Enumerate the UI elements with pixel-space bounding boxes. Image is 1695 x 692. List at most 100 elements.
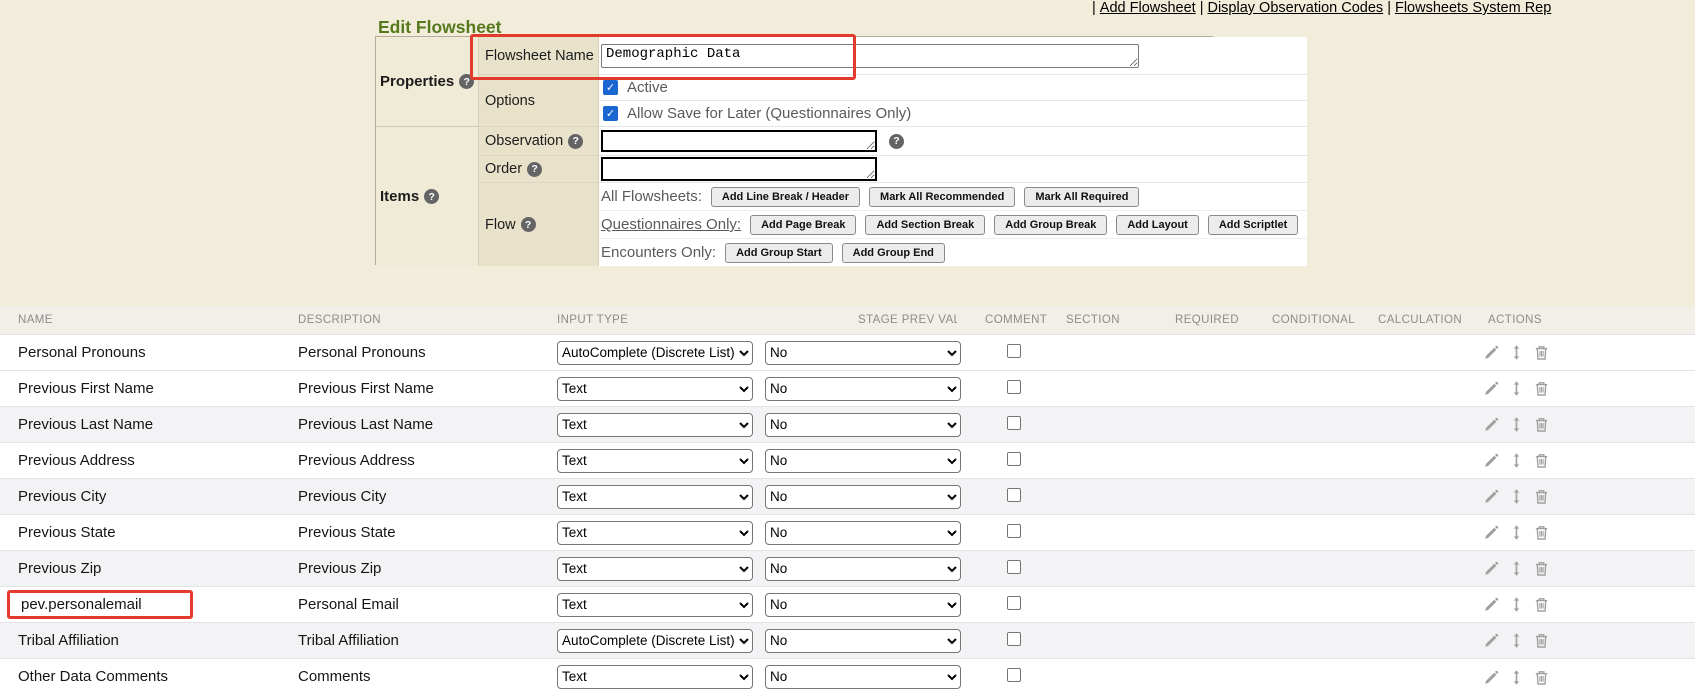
conditional-cell [1257, 587, 1362, 623]
comments-checkbox[interactable] [1007, 344, 1021, 358]
input-type-select[interactable]: Text [557, 449, 753, 473]
move-icon[interactable] [1508, 669, 1525, 686]
comments-checkbox[interactable] [1007, 524, 1021, 538]
comments-checkbox[interactable] [1007, 668, 1021, 682]
edit-icon[interactable] [1483, 452, 1500, 469]
delete-icon[interactable] [1533, 344, 1550, 361]
item-name: Previous Last Name [18, 416, 153, 433]
observation-input[interactable] [601, 130, 877, 152]
move-icon[interactable] [1508, 416, 1525, 433]
edit-icon[interactable] [1483, 380, 1500, 397]
stage-prev-value-select[interactable]: No [765, 665, 961, 689]
comments-checkbox[interactable] [1007, 632, 1021, 646]
flow-group-label: Questionnaires Only: [601, 216, 741, 233]
stage-prev-value-select[interactable]: No [765, 341, 961, 365]
flow-button[interactable]: Add Section Break [865, 215, 985, 235]
comments-checkbox[interactable] [1007, 452, 1021, 466]
flow-button[interactable]: Add Group Break [994, 215, 1107, 235]
edit-icon[interactable] [1483, 344, 1500, 361]
top-nav-link[interactable]: Add Flowsheet [1100, 0, 1196, 16]
move-icon[interactable] [1508, 632, 1525, 649]
stage-prev-value-cell: No [747, 443, 957, 479]
delete-icon[interactable] [1533, 416, 1550, 433]
stage-prev-value-select[interactable]: No [765, 593, 961, 617]
help-icon[interactable]: ? [521, 217, 536, 232]
flowsheet-name-input[interactable]: Demographic Data [601, 44, 1139, 68]
comments-checkbox[interactable] [1007, 560, 1021, 574]
move-icon[interactable] [1508, 560, 1525, 577]
delete-icon[interactable] [1533, 596, 1550, 613]
flow-button[interactable]: Add Layout [1116, 215, 1199, 235]
comments-checkbox[interactable] [1007, 380, 1021, 394]
delete-icon[interactable] [1533, 560, 1550, 577]
stage-prev-value-select[interactable]: No [765, 629, 961, 653]
order-input[interactable] [601, 157, 877, 181]
flow-button[interactable]: Add Scriptlet [1208, 215, 1298, 235]
input-type-select[interactable]: Text [557, 665, 753, 689]
item-description: Previous Last Name [280, 407, 539, 443]
edit-icon[interactable] [1483, 596, 1500, 613]
delete-icon[interactable] [1533, 488, 1550, 505]
move-icon[interactable] [1508, 344, 1525, 361]
comments-checkbox[interactable] [1007, 488, 1021, 502]
move-icon[interactable] [1508, 452, 1525, 469]
input-type-select[interactable]: Text [557, 593, 753, 617]
flow-button[interactable]: Add Page Break [750, 215, 856, 235]
flowsheet-name-row-label: Flowsheet Name [479, 37, 599, 75]
edit-icon[interactable] [1483, 524, 1500, 541]
item-name-cell: Previous City [0, 479, 280, 515]
move-icon[interactable] [1508, 380, 1525, 397]
delete-icon[interactable] [1533, 669, 1550, 686]
input-type-select[interactable]: Text [557, 485, 753, 509]
stage-prev-value-select[interactable]: No [765, 557, 961, 581]
top-nav-link[interactable]: Display Observation Codes [1207, 0, 1383, 16]
input-type-select[interactable]: Text [557, 377, 753, 401]
comments-checkbox[interactable] [1007, 416, 1021, 430]
top-nav-link[interactable]: Flowsheets System Rep [1395, 0, 1551, 16]
help-icon[interactable]: ? [889, 134, 904, 149]
input-type-select[interactable]: Text [557, 413, 753, 437]
input-type-select[interactable]: Text [557, 521, 753, 545]
delete-icon[interactable] [1533, 380, 1550, 397]
input-type-select[interactable]: AutoComplete (Discrete List) [557, 629, 753, 653]
edit-icon[interactable] [1483, 632, 1500, 649]
stage-prev-value-select[interactable]: No [765, 449, 961, 473]
edit-icon[interactable] [1483, 669, 1500, 686]
move-icon[interactable] [1508, 596, 1525, 613]
flow-button[interactable]: Mark All Recommended [869, 187, 1015, 207]
edit-icon[interactable] [1483, 416, 1500, 433]
input-type-select[interactable]: Text [557, 557, 753, 581]
actions-cell [1472, 623, 1567, 659]
stage-prev-value-select[interactable]: No [765, 377, 961, 401]
move-icon[interactable] [1508, 524, 1525, 541]
comments-checkbox[interactable] [1007, 596, 1021, 610]
move-icon[interactable] [1508, 488, 1525, 505]
item-name-cell: Personal Pronouns [0, 335, 280, 371]
item-description: Personal Email [280, 587, 539, 623]
input-type-select[interactable]: AutoComplete (Discrete List) [557, 341, 753, 365]
table-row: Previous AddressPrevious AddressTextNo [0, 443, 1695, 479]
flow-button[interactable]: Add Group End [842, 243, 945, 263]
item-name-cell: Previous Address [0, 443, 280, 479]
flow-button[interactable]: Mark All Required [1024, 187, 1139, 207]
option-checkbox[interactable]: ✓ [603, 106, 618, 121]
flow-button[interactable]: Add Line Break / Header [711, 187, 860, 207]
item-description: Tribal Affiliation [280, 623, 539, 659]
edit-icon[interactable] [1483, 488, 1500, 505]
section-cell [1047, 515, 1152, 551]
flow-button[interactable]: Add Group Start [725, 243, 833, 263]
delete-icon[interactable] [1533, 632, 1550, 649]
stage-prev-value-select[interactable]: No [765, 413, 961, 437]
edit-icon[interactable] [1483, 560, 1500, 577]
comments-cell [957, 515, 1047, 551]
stage-prev-value-select[interactable]: No [765, 485, 961, 509]
help-icon[interactable]: ? [568, 134, 583, 149]
help-icon[interactable]: ? [459, 74, 474, 89]
option-checkbox[interactable]: ✓ [603, 80, 618, 95]
delete-icon[interactable] [1533, 524, 1550, 541]
help-icon[interactable]: ? [424, 189, 439, 204]
delete-icon[interactable] [1533, 452, 1550, 469]
help-icon[interactable]: ? [527, 162, 542, 177]
actions-cell [1472, 515, 1567, 551]
stage-prev-value-select[interactable]: No [765, 521, 961, 545]
